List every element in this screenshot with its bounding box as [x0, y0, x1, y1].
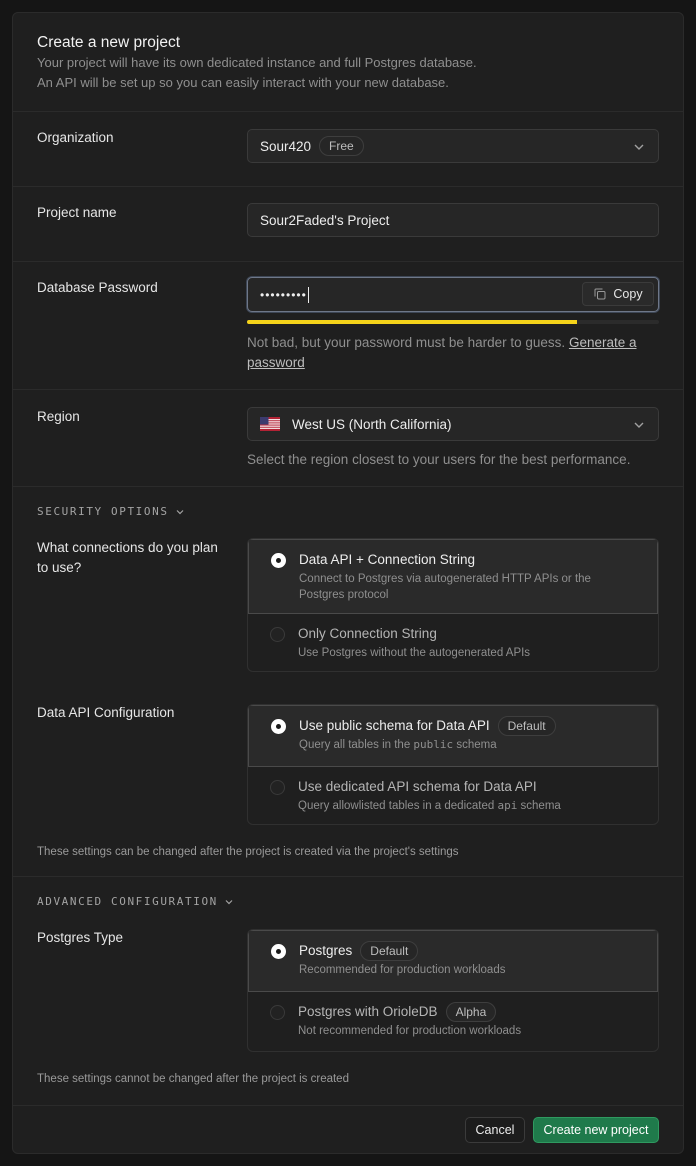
- option-description-text: Query allowlisted tables in a dedicated: [298, 800, 498, 812]
- chevron-down-icon: [225, 899, 233, 904]
- create-project-panel: Create a new project Your project will h…: [12, 12, 684, 1154]
- generate-password-link-line-2: password: [247, 355, 305, 370]
- option-title: Use dedicated API schema for Data API: [298, 779, 537, 794]
- security-options-toggle[interactable]: SECURITY OPTIONS: [37, 505, 185, 518]
- option-title-text: Use public schema for Data API: [299, 718, 490, 733]
- password-help-message: Not bad, but your password must be harde…: [247, 335, 569, 350]
- cancel-button[interactable]: Cancel: [465, 1117, 525, 1143]
- radio-postgres[interactable]: Postgres Default Recommended for product…: [248, 930, 658, 992]
- option-description-line-1: Connect to Postgres via autogenerated HT…: [299, 573, 591, 585]
- advanced-settings-note: These settings cannot be changed after t…: [37, 1073, 349, 1085]
- option-description: Query allowlisted tables in a dedicated …: [298, 798, 644, 814]
- password-strength-fill: [247, 320, 577, 324]
- project-name-label: Project name: [37, 205, 117, 220]
- option-description-suffix: schema: [453, 739, 497, 751]
- alpha-badge: Alpha: [445, 1002, 497, 1022]
- chevron-down-icon: [176, 509, 183, 514]
- option-title: Only Connection String: [298, 626, 437, 641]
- region-label: Region: [37, 409, 80, 424]
- option-description: Recommended for production workloads: [299, 964, 506, 976]
- option-title: Postgres with OrioleDB Alpha: [298, 1002, 644, 1022]
- advanced-configuration-section: ADVANCED CONFIGURATION Postgres Type Pos…: [13, 877, 683, 1104]
- default-badge: Default: [360, 941, 419, 961]
- create-new-project-button[interactable]: Create new project: [533, 1117, 659, 1143]
- connections-label: What connections do you plan to use?: [37, 538, 218, 578]
- copy-label: Copy: [613, 287, 643, 301]
- organization-label: Organization: [37, 130, 114, 145]
- region-row: Region West US (North California) Select…: [13, 390, 683, 487]
- schema-code: api: [497, 799, 518, 812]
- region-help-text: Select the region closest to your users …: [247, 452, 631, 467]
- panel-header: Create a new project Your project will h…: [13, 13, 683, 112]
- connections-label-line-2: to use?: [37, 560, 82, 575]
- generate-password-link-line-1: Generate a: [568, 335, 637, 350]
- security-options-section: SECURITY OPTIONS What connections do you…: [13, 487, 683, 877]
- option-title: Postgres Default: [299, 941, 643, 961]
- database-password-label: Database Password: [37, 280, 158, 295]
- us-flag-icon: [260, 417, 280, 431]
- copy-icon: [594, 288, 606, 300]
- advanced-configuration-title: ADVANCED CONFIGURATION: [37, 895, 218, 908]
- password-help-text: Not bad, but your password must be harde…: [247, 333, 659, 373]
- radio-selected-indicator: [271, 719, 286, 734]
- project-name-input[interactable]: Sour2Faded's Project: [247, 203, 659, 237]
- region-value: West US (North California): [292, 416, 452, 432]
- copy-password-button[interactable]: Copy: [582, 282, 654, 306]
- option-description-suffix: schema: [517, 800, 561, 812]
- default-badge: Default: [497, 716, 556, 736]
- plan-badge: Free: [319, 136, 364, 156]
- page-title: Create a new project: [37, 34, 181, 51]
- radio-unselected-indicator: [270, 780, 285, 795]
- organization-select[interactable]: Sour420 Free: [247, 129, 659, 163]
- region-select[interactable]: West US (North California): [247, 407, 659, 441]
- radio-selected-indicator: [271, 553, 286, 568]
- postgres-type-radio-group: Postgres Default Recommended for product…: [247, 929, 659, 1052]
- security-settings-note: These settings can be changed after the …: [37, 846, 459, 858]
- option-description-line-2: Postgres protocol: [299, 589, 389, 601]
- chevron-down-icon: [634, 144, 644, 150]
- security-options-title: SECURITY OPTIONS: [37, 505, 169, 518]
- schema-code: public: [413, 738, 454, 751]
- password-value: •••••••••: [260, 287, 307, 302]
- radio-public-schema[interactable]: Use public schema for Data API Default Q…: [248, 705, 658, 767]
- radio-unselected-indicator: [270, 1005, 285, 1020]
- page-description-line-2: An API will be set up so you can easily …: [37, 75, 449, 90]
- option-description-text: Query all tables in the: [299, 739, 414, 751]
- option-title: Data API + Connection String: [299, 552, 475, 567]
- organization-row: Organization Sour420 Free: [13, 112, 683, 187]
- radio-only-connection-string[interactable]: Only Connection String Use Postgres with…: [248, 614, 658, 671]
- connections-label-line-1: What connections do you plan: [37, 540, 218, 555]
- page-description-line-1: Your project will have its own dedicated…: [37, 55, 477, 70]
- option-title-text: Postgres with OrioleDB: [298, 1004, 438, 1019]
- option-description: Connect to Postgres via autogenerated HT…: [299, 571, 643, 603]
- option-description: Use Postgres without the autogenerated A…: [298, 647, 531, 659]
- database-password-row: Database Password ••••••••• Copy Not bad…: [13, 262, 683, 390]
- password-strength-meter: [247, 320, 659, 324]
- radio-dedicated-api-schema[interactable]: Use dedicated API schema for Data API Qu…: [248, 767, 658, 824]
- radio-postgres-orioledb[interactable]: Postgres with OrioleDB Alpha Not recomme…: [248, 992, 658, 1051]
- option-title: Use public schema for Data API Default: [299, 716, 643, 736]
- data-api-radio-group: Use public schema for Data API Default Q…: [247, 704, 659, 825]
- project-name-row: Project name Sour2Faded's Project: [13, 187, 683, 262]
- project-name-value: Sour2Faded's Project: [260, 212, 390, 228]
- data-api-config-label: Data API Configuration: [37, 705, 175, 720]
- radio-data-api-connection-string[interactable]: Data API + Connection String Connect to …: [248, 539, 658, 614]
- panel-footer: Cancel Create new project: [13, 1105, 683, 1153]
- advanced-configuration-toggle[interactable]: ADVANCED CONFIGURATION: [37, 895, 234, 908]
- radio-selected-indicator: [271, 944, 286, 959]
- option-description: Not recommended for production workloads: [298, 1025, 522, 1037]
- database-password-input[interactable]: ••••••••• Copy: [247, 277, 659, 312]
- option-title-text: Postgres: [299, 943, 353, 958]
- option-description: Query all tables in the public schema: [299, 737, 643, 753]
- chevron-down-icon: [634, 422, 644, 428]
- radio-unselected-indicator: [270, 627, 285, 642]
- text-cursor: [307, 286, 309, 303]
- organization-value: Sour420: [260, 138, 312, 154]
- connections-radio-group: Data API + Connection String Connect to …: [247, 538, 659, 672]
- postgres-type-label: Postgres Type: [37, 930, 124, 945]
